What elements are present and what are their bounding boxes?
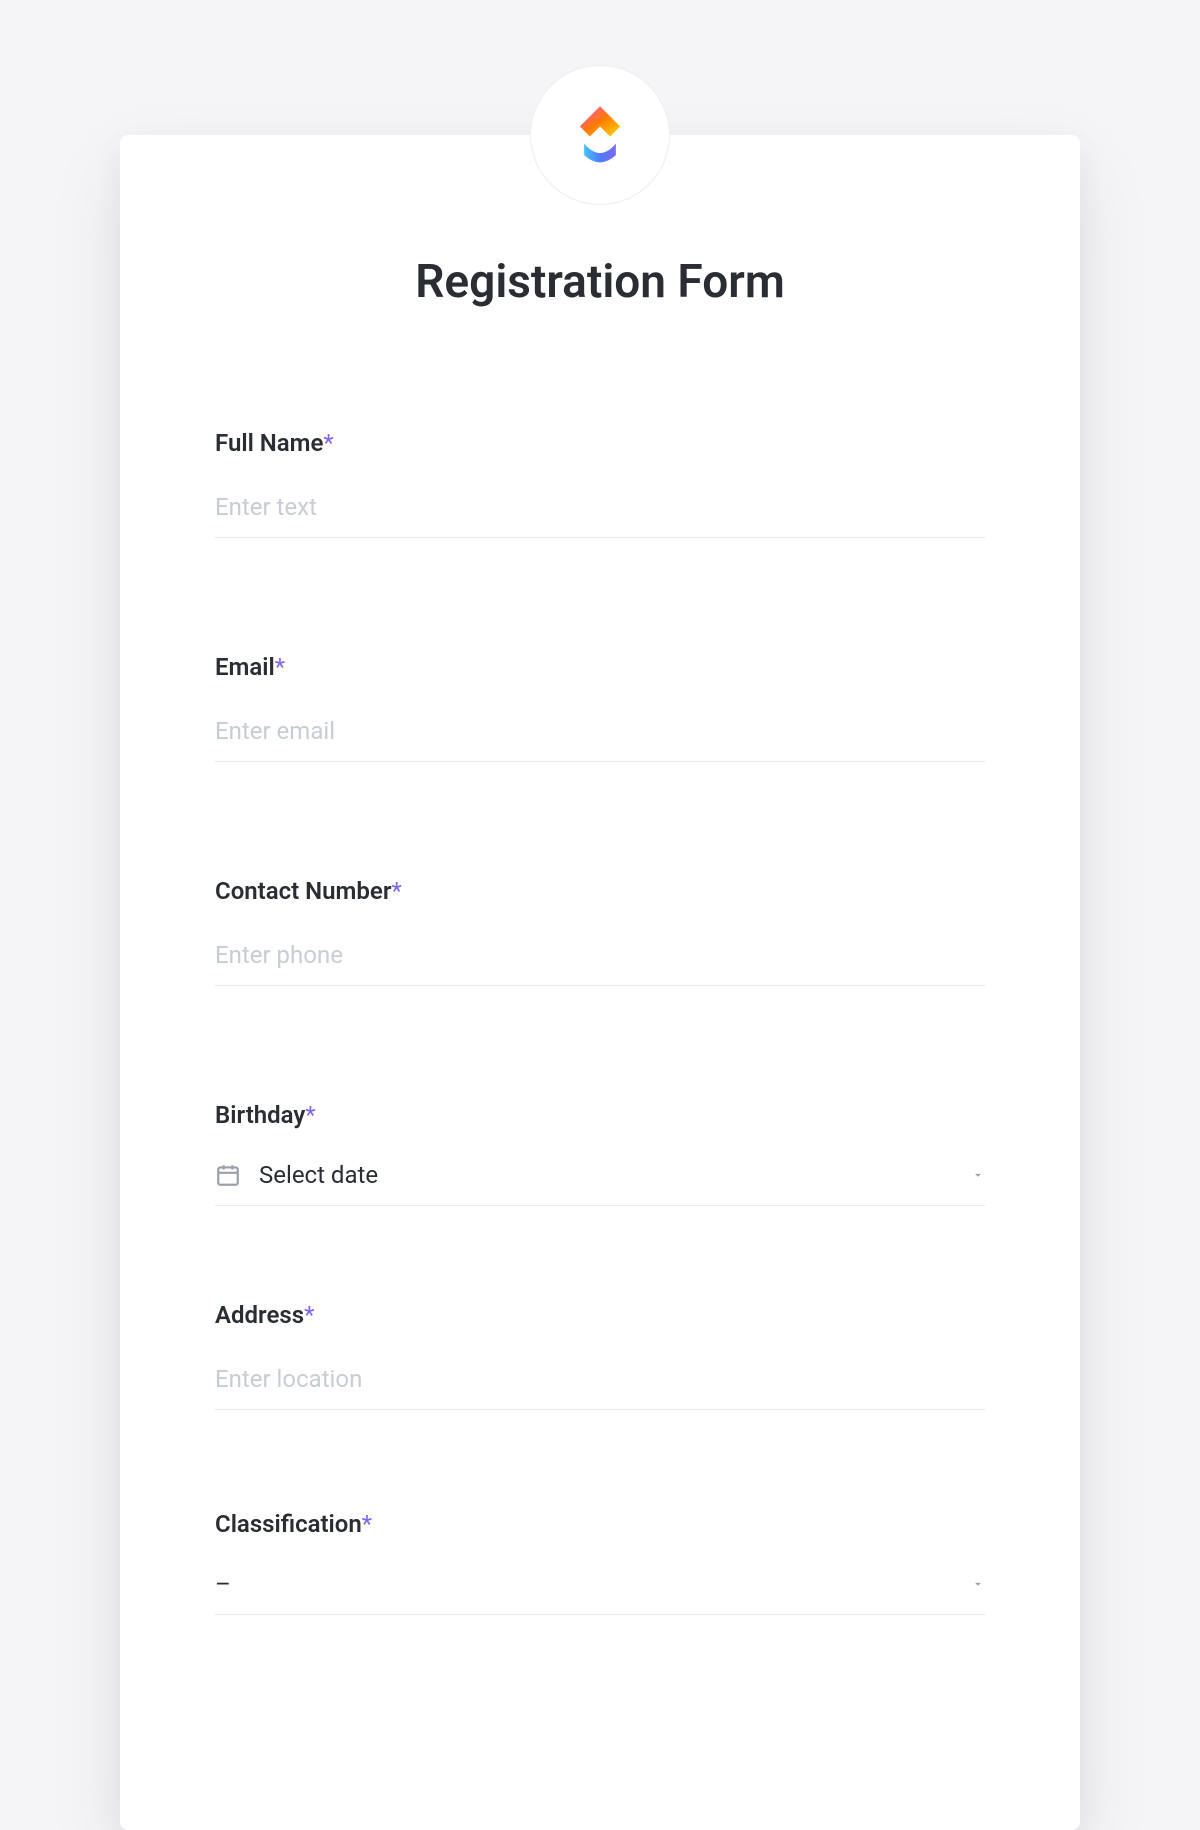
birthday-label: Birthday*	[215, 1101, 985, 1129]
contact-number-label: Contact Number*	[215, 877, 985, 905]
required-marker: *	[323, 429, 333, 457]
label-text: Birthday	[215, 1101, 305, 1129]
label-text: Classification	[215, 1510, 362, 1538]
contact-number-input[interactable]	[215, 929, 985, 986]
date-placeholder-text: Select date	[259, 1161, 971, 1189]
address-label: Address*	[215, 1301, 985, 1329]
required-marker: *	[305, 1101, 315, 1129]
field-birthday: Birthday* Select date	[215, 1101, 985, 1206]
chevron-down-icon	[971, 1577, 985, 1591]
required-marker: *	[362, 1510, 372, 1538]
label-text: Address	[215, 1301, 304, 1329]
field-email: Email*	[215, 653, 985, 762]
required-marker: *	[304, 1301, 314, 1329]
classification-select[interactable]: –	[215, 1562, 985, 1615]
full-name-label: Full Name*	[215, 429, 985, 457]
birthday-date-picker[interactable]: Select date	[215, 1153, 985, 1206]
fields-container: Full Name* Email* Contact Number*	[120, 309, 1080, 1615]
email-input[interactable]	[215, 705, 985, 762]
registration-form-card: Registration Form Full Name* Email*	[120, 135, 1080, 1830]
address-input[interactable]	[215, 1353, 985, 1410]
logo-container	[530, 65, 670, 205]
field-full-name: Full Name*	[215, 429, 985, 538]
required-marker: *	[275, 653, 285, 681]
email-label: Email*	[215, 653, 985, 681]
chevron-down-icon	[971, 1168, 985, 1182]
field-address: Address*	[215, 1301, 985, 1410]
label-text: Email	[215, 653, 275, 681]
select-placeholder-text: –	[215, 1570, 971, 1598]
calendar-icon	[215, 1162, 241, 1188]
full-name-input[interactable]	[215, 481, 985, 538]
label-text: Contact Number	[215, 877, 391, 905]
classification-label: Classification*	[215, 1510, 985, 1538]
required-marker: *	[391, 877, 401, 905]
clickup-logo-icon	[564, 99, 636, 171]
field-contact-number: Contact Number*	[215, 877, 985, 986]
label-text: Full Name	[215, 429, 323, 457]
